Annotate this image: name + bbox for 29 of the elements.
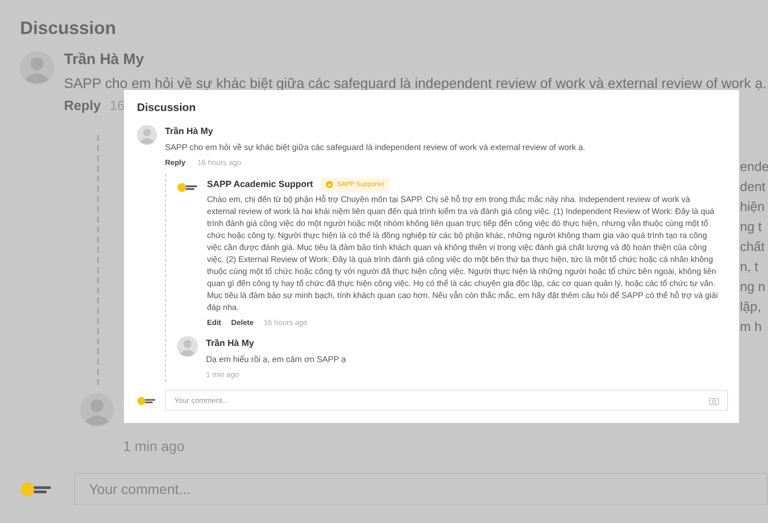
author-name: Trần Hà My (64, 51, 146, 69)
timestamp: 1 min ago (123, 437, 186, 455)
text-fragment: lập, (740, 298, 762, 315)
logo-icon (137, 396, 157, 406)
dialog-title: Discussion (137, 101, 197, 116)
text-fragment: ng t (740, 218, 763, 235)
text-fragment: ng n (740, 278, 766, 295)
text-fragment: ende (740, 158, 768, 175)
avatar-icon (177, 336, 198, 357)
logo-icon (177, 182, 199, 193)
check-badge-icon (326, 181, 334, 188)
text-fragment: hiện (740, 198, 766, 215)
author-name: Trần Hà My (206, 336, 256, 350)
avatar-icon (80, 393, 114, 427)
reply-text: Dạ em hiểu rồi ạ, em cảm ơn SAPP ạ (206, 353, 346, 366)
avatar-icon (20, 51, 54, 85)
comment-text: SAPP cho em hỏi về sự khác biệt giữa các safeguard là independent review of work và external review of work ạ. (165, 141, 586, 154)
reply-text: Chào em, chị đến từ bộ phận Hỗ trợ Chuyên môn tại SAPP. Chị sẽ hỗ trợ em trong thắc mắc này nha. Independent review of work và external review of work là hai khái niệm liên quan đến quá trình kiểm tra và đánh giá công việc. (1) Independent Review of Work: Đây là quá trình đánh giá công việc do một người hoặc một nhóm không liên quan trực tiếp đến công việc đó thực hiện, nhưng vẫn thuộc cùng một tổ chức hoặc công ty. Người thực hiện là có thể là đồng nghiệp từ các bộ phận khác, những người không tham gia vào quá trình tạo ra công việc cần được đánh giá. Mục tiêu là đảm bảo tính khách quan và không thiên vị trong việc đánh giá chất lượng và độ hoàn thiện của công việc. (2) External Review of Work: Đây là quá trình đánh giá công việc do một bên thứ ba thực hiện, tức là một tổ chức hoặc cá nhân không thuộc cùng một tổ chức hoặc công ty với người đã thực hiện công việc. Người thực hiện là những người hoặc tổ chức bên ngoài, không liên quan gì đến công ty hay tổ chức đã thực hiện công việc. Họ có thể là các chuyên gia độc lập, các cơ quan quản lý, hoặc các tổ chức tư vấn. Mục tiêu là đảm bảo sự minh bạch, tính khách quan cao hơn. Nếu vẫn còn thắc mắc, em hãy đặt thêm câu hỏi để SAPP có thể hỗ trợ và giải đáp nha. (207, 194, 719, 314)
author-name: Trần Hà My (165, 124, 214, 138)
text-fragment: dent (740, 178, 766, 195)
text-fragment: m h (740, 318, 763, 335)
comment-text: SAPP cho em hỏi về sự khác biệt giữa các safeguard là independent review of work và external review of work ạ. (64, 74, 767, 92)
logo-icon (20, 480, 54, 498)
backdrop-title: Discussion (20, 17, 118, 39)
avatar-icon (137, 124, 157, 144)
camera-icon[interactable] (709, 396, 719, 405)
author-name: SAPP Academic Support (207, 178, 314, 191)
text-fragment: chất (740, 238, 766, 255)
text-fragment: n, t (740, 258, 760, 275)
